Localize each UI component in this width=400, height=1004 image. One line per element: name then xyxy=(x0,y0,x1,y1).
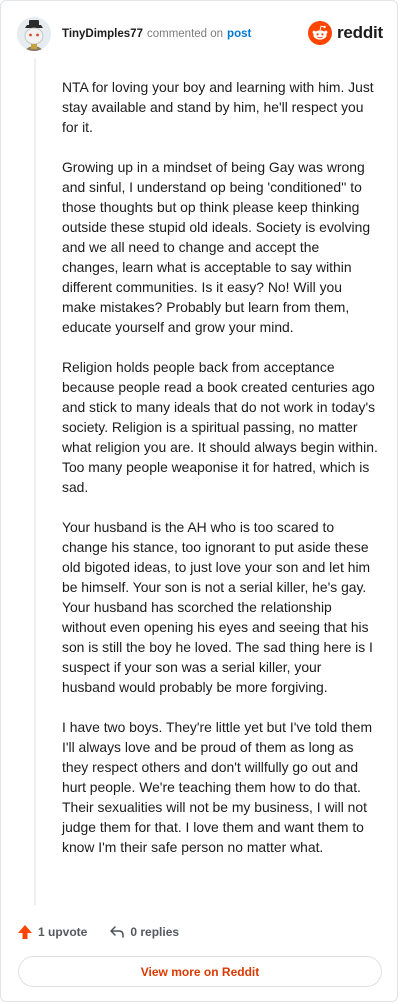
user-avatar[interactable] xyxy=(17,17,51,51)
username-link[interactable]: TinyDimples77 xyxy=(62,28,143,40)
reddit-logo[interactable]: reddit xyxy=(307,21,383,45)
reddit-snoo-icon xyxy=(307,21,332,45)
comment-paragraph: I have two boys. They're little yet but … xyxy=(62,719,373,855)
upvote-arrow-icon xyxy=(18,925,32,939)
reddit-wordmark: reddit xyxy=(336,23,383,42)
replies-button[interactable]: 0 replies xyxy=(109,924,179,940)
comment-paragraph: Growing up in a mindset of being Gay was… xyxy=(62,159,371,335)
view-more-on-reddit-button[interactable]: View more on Reddit xyxy=(18,956,382,987)
comment-footer: 1 upvote 0 replies xyxy=(17,921,381,943)
comment-header: TinyDimples77 commented on post reddit xyxy=(17,17,383,53)
reply-arrow-icon xyxy=(110,926,125,938)
thread-line xyxy=(34,59,36,905)
commented-on-text: commented on xyxy=(146,28,224,40)
post-link[interactable]: post xyxy=(227,28,251,40)
comment-paragraph: NTA for loving your boy and learning wit… xyxy=(62,79,374,135)
comment-byline: TinyDimples77 commented on post xyxy=(62,27,251,41)
avatar-icon xyxy=(17,17,51,51)
upvote-count: 1 upvote xyxy=(38,925,88,939)
comment-card: TinyDimples77 commented on post reddit NTA… xyxy=(0,0,398,1002)
upvote-button[interactable]: 1 upvote xyxy=(17,924,87,940)
comment-body: NTA for loving your boy and learning wit… xyxy=(62,77,378,877)
replies-count: 0 replies xyxy=(130,925,180,939)
comment-paragraph: Your husband is the AH who is too scared… xyxy=(62,519,373,695)
comment-paragraph: Religion holds people back from acceptan… xyxy=(62,359,378,495)
